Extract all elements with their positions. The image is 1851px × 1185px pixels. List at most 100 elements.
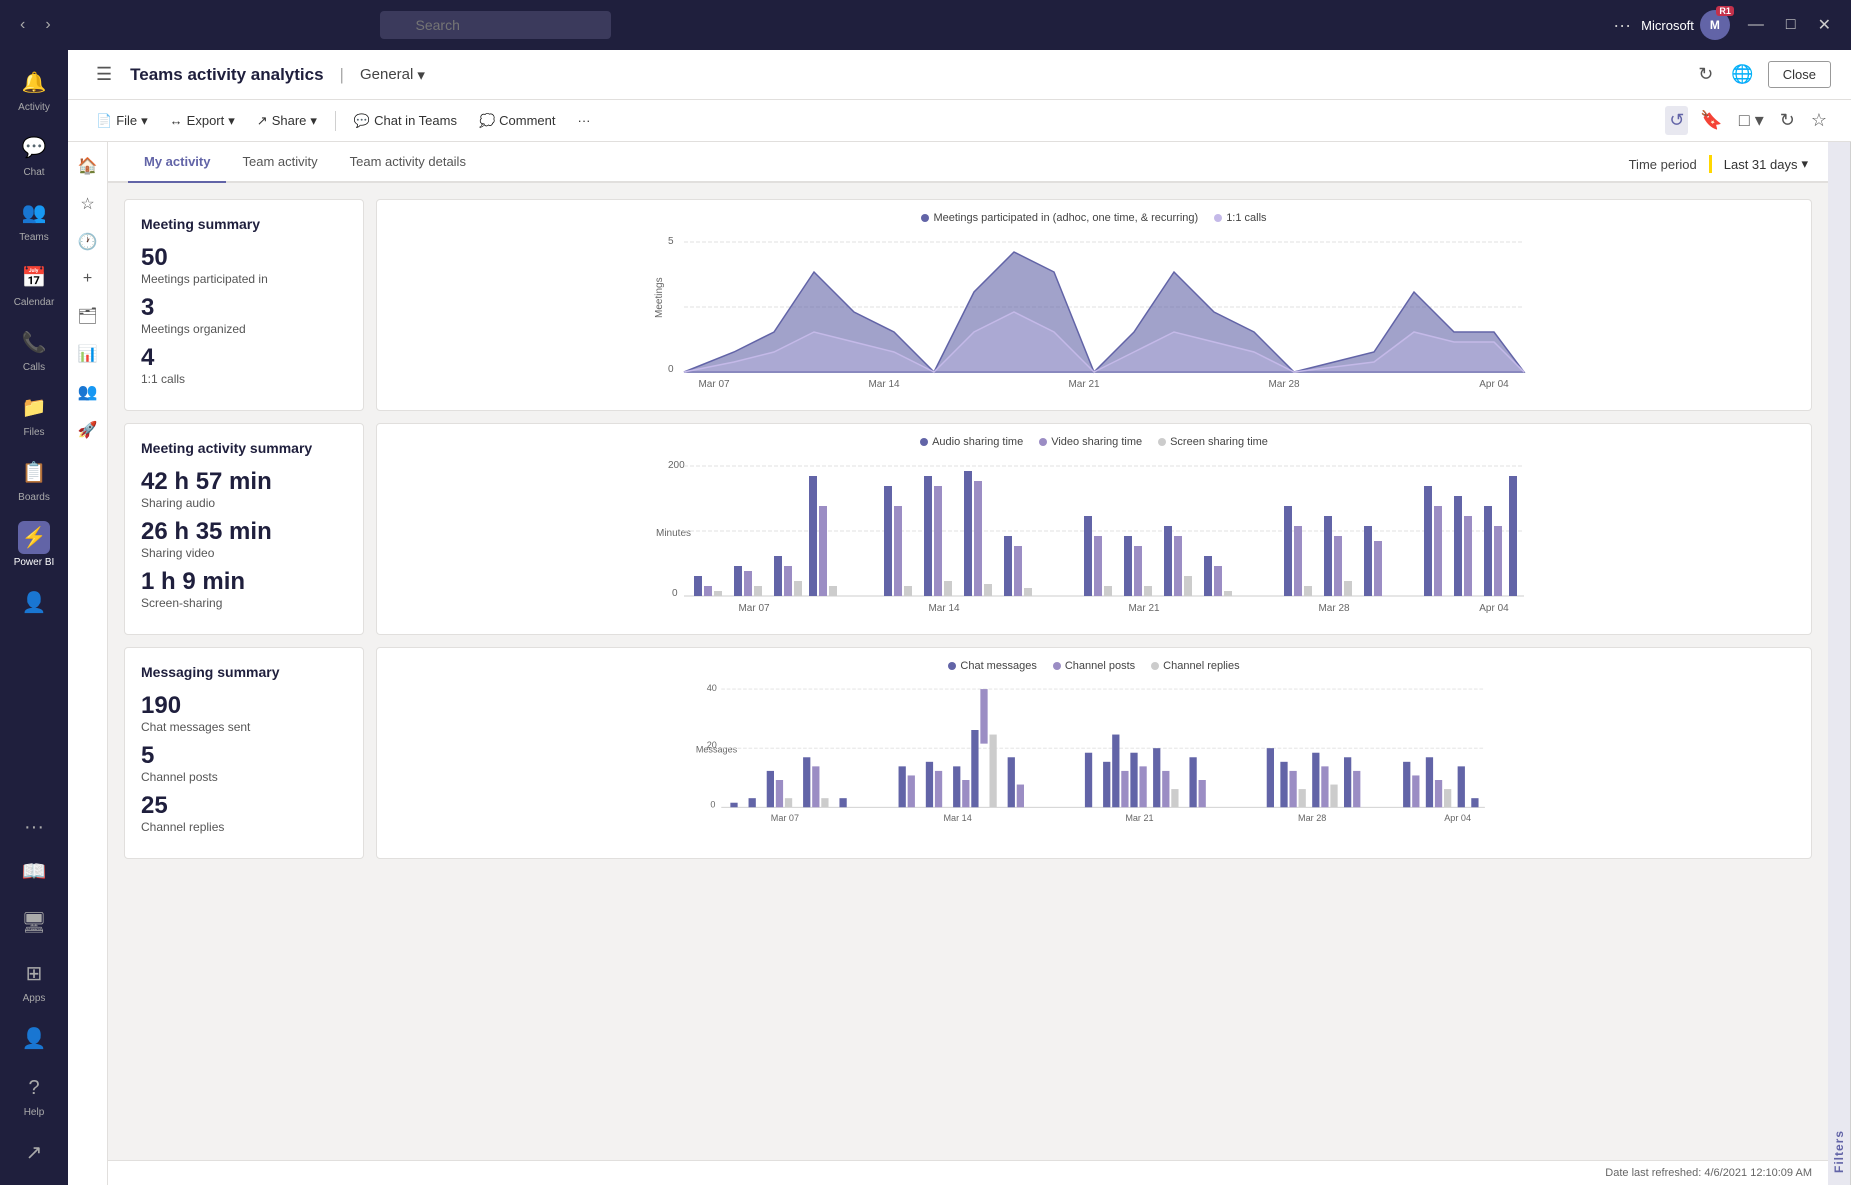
toolbar-refresh-button[interactable]: ↻ xyxy=(1776,106,1799,135)
bar xyxy=(1458,766,1465,807)
more-options-button[interactable]: ··· xyxy=(1613,15,1631,36)
bar xyxy=(1008,757,1015,807)
external-link-button[interactable]: ↗ xyxy=(4,1128,64,1177)
side-people2-button[interactable]: 👥 xyxy=(72,376,104,408)
bar xyxy=(1112,735,1119,808)
legend-audio: Audio sharing time xyxy=(920,436,1023,448)
favorite-button[interactable]: ☆ xyxy=(1807,106,1831,135)
view-button[interactable]: □ ▾ xyxy=(1735,106,1768,135)
svg-text:Apr 04: Apr 04 xyxy=(1479,603,1509,614)
legend-dot-calls xyxy=(1214,214,1222,222)
bar xyxy=(714,591,722,596)
side-archive-button[interactable]: 🗂 xyxy=(71,300,103,332)
minimize-button[interactable]: — xyxy=(1740,11,1772,39)
bar xyxy=(1353,771,1360,807)
svg-text:Mar 07: Mar 07 xyxy=(698,379,730,390)
search-input[interactable] xyxy=(380,11,611,39)
legend-label-calls: 1:1 calls xyxy=(1226,212,1266,224)
bar xyxy=(821,798,828,807)
bar xyxy=(1334,536,1342,596)
bar xyxy=(1224,591,1232,596)
side-rocket-button[interactable]: 🚀 xyxy=(72,414,104,446)
tab-team-activity[interactable]: Team activity xyxy=(226,142,333,183)
globe-button[interactable]: 🌐 xyxy=(1727,60,1757,89)
sidebar-item-help[interactable]: ? Help xyxy=(4,1065,64,1126)
activity-label: Activity xyxy=(18,102,50,113)
undo-button[interactable]: ↺ xyxy=(1665,106,1688,135)
side-star-button[interactable]: ☆ xyxy=(74,188,100,220)
file-label: File xyxy=(116,113,137,128)
tab-my-activity[interactable]: My activity xyxy=(128,142,226,183)
toolbar-more-button[interactable]: ··· xyxy=(570,109,599,132)
boards-icon: 📋 xyxy=(18,456,51,489)
chat-teams-icon: 💬 xyxy=(354,113,370,129)
bar xyxy=(1289,771,1296,807)
bar xyxy=(1174,536,1182,596)
bar xyxy=(767,771,774,807)
bar xyxy=(1164,526,1172,596)
bar xyxy=(935,771,942,807)
sidebar-item-files[interactable]: 📁 Files xyxy=(4,383,64,446)
side-plus-button[interactable]: + xyxy=(77,264,98,294)
channel-selector[interactable]: General ▾ xyxy=(360,66,425,84)
legend-label-meetings: Meetings participated in (adhoc, one tim… xyxy=(933,212,1198,224)
comment-icon: 💭 xyxy=(479,113,495,129)
external-link-icon: ↗ xyxy=(22,1136,47,1169)
inner-panel: 🏠 ☆ 🕐 + 🗂 📊 👥 🚀 My activity Team activit… xyxy=(68,142,1851,1185)
side-clock-button[interactable]: 🕐 xyxy=(72,226,104,258)
notification-badge: R1 xyxy=(1716,6,1734,16)
svg-text:0: 0 xyxy=(672,588,678,599)
file-button[interactable]: 📄 File ▾ xyxy=(88,109,156,133)
window-controls: — □ ✕ xyxy=(1740,11,1839,39)
channel-replies-value: 25 xyxy=(141,792,347,820)
close-report-button[interactable]: Close xyxy=(1768,61,1831,88)
chat-in-teams-button[interactable]: 💬 Chat in Teams xyxy=(346,109,465,133)
book-icon: 📖 xyxy=(18,855,51,888)
sidebar-item-activity[interactable]: 🔔 Activity xyxy=(4,58,64,121)
teams-label: Teams xyxy=(19,232,48,243)
bar xyxy=(1214,566,1222,596)
sidebar-item-powerbi[interactable]: ⚡ Power BI xyxy=(4,513,64,576)
sidebar-item-device[interactable]: 🖥 xyxy=(4,898,64,947)
filters-panel[interactable]: Filters xyxy=(1828,142,1851,1185)
apps-label: Apps xyxy=(23,993,46,1004)
sidebar-item-people[interactable]: 👤 xyxy=(4,578,64,627)
sidebar-item-user[interactable]: 👤 xyxy=(4,1014,64,1063)
chat-icon: 💬 xyxy=(18,131,51,164)
dashboard: Meeting summary 50 Meetings participated… xyxy=(108,183,1828,1160)
back-button[interactable]: ‹ xyxy=(12,12,33,38)
avatar[interactable]: M R1 xyxy=(1700,10,1730,40)
sidebar-item-boards[interactable]: 📋 Boards xyxy=(4,448,64,511)
bar xyxy=(819,506,827,596)
side-chart-button[interactable]: 📊 xyxy=(72,338,104,370)
time-period-select[interactable]: Last 31 days ▾ xyxy=(1724,156,1808,172)
sidebar-item-calendar[interactable]: 📅 Calendar xyxy=(4,253,64,316)
channel-posts-stat: 5 Channel posts xyxy=(141,742,347,784)
hamburger-button[interactable]: ☰ xyxy=(88,60,120,89)
sidebar-item-chat[interactable]: 💬 Chat xyxy=(4,123,64,186)
sidebar-item-teams[interactable]: 👥 Teams xyxy=(4,188,64,251)
side-home-button[interactable]: 🏠 xyxy=(72,150,104,182)
close-window-button[interactable]: ✕ xyxy=(1810,11,1839,39)
comment-button[interactable]: 💭 Comment xyxy=(471,109,564,133)
more-apps-button[interactable]: ··· xyxy=(24,816,44,839)
bar xyxy=(1204,556,1212,596)
bar xyxy=(1134,546,1142,596)
bar xyxy=(812,766,819,807)
screen-value: 1 h 9 min xyxy=(141,568,347,596)
legend-audio-label: Audio sharing time xyxy=(932,436,1023,448)
tab-team-activity-details[interactable]: Team activity details xyxy=(334,142,482,183)
sidebar-item-apps[interactable]: ⊞ Apps xyxy=(4,949,64,1012)
sidebar-item-calls[interactable]: 📞 Calls xyxy=(4,318,64,381)
svg-text:Mar 28: Mar 28 xyxy=(1268,379,1300,390)
header-refresh-button[interactable]: ↻ xyxy=(1694,60,1717,89)
bar xyxy=(924,476,932,596)
bookmark-button[interactable]: 🔖 xyxy=(1696,106,1726,135)
share-button[interactable]: ↗ Share ▾ xyxy=(249,109,325,133)
sidebar-item-book[interactable]: 📖 xyxy=(4,847,64,896)
maximize-button[interactable]: □ xyxy=(1778,11,1804,39)
title-bar: ‹ › 🔍 ··· Microsoft M R1 — □ ✕ xyxy=(0,0,1851,50)
export-button[interactable]: ↔ Export ▾ xyxy=(162,109,243,133)
forward-button[interactable]: › xyxy=(37,12,58,38)
bar xyxy=(1471,798,1478,807)
